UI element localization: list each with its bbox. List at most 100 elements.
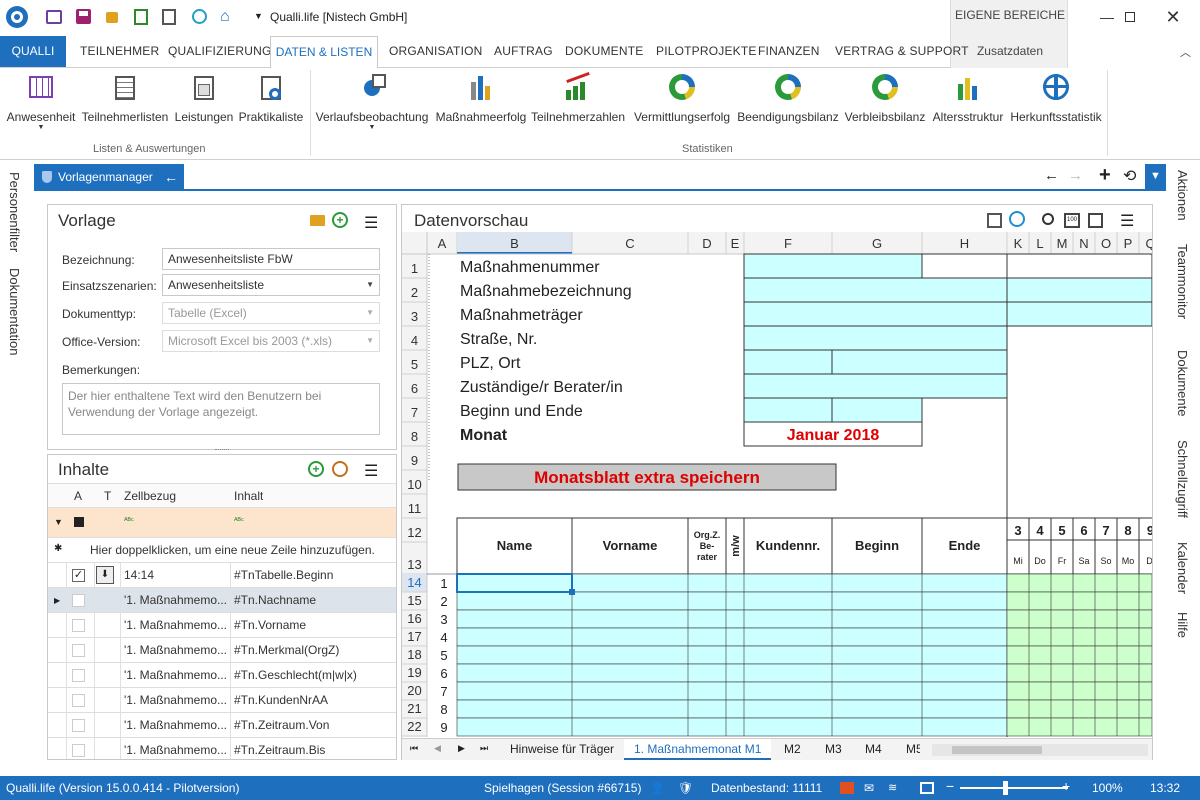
sidebar-teammonitor[interactable]: Teammonitor (1175, 244, 1190, 319)
horizontal-scrollbar[interactable] (932, 744, 1148, 756)
office-select[interactable]: Microsoft Excel bis 2003 (*.xls) ▼ (162, 330, 380, 352)
shield-status-icon[interactable]: 🛡 (678, 781, 693, 795)
row-checkbox[interactable] (72, 744, 85, 757)
participant-row[interactable] (456, 663, 1008, 683)
save-icon[interactable] (76, 9, 91, 24)
zoom-slider[interactable] (960, 787, 1068, 789)
massnahmeerfolg-button[interactable]: Maßnahmeerfolg (433, 72, 529, 124)
participant-row[interactable] (456, 573, 1008, 593)
fill-handle[interactable] (569, 589, 575, 595)
tab-dokumente[interactable]: DOKUMENTE (565, 44, 643, 58)
filter-abc-icon[interactable]: ᴬᴮᶜ (234, 516, 244, 525)
row-checkbox[interactable] (72, 619, 85, 632)
next-sheet-icon[interactable]: ▶ (458, 743, 465, 754)
header-zellbezug[interactable]: Zellbezug (124, 484, 176, 508)
verbleibsbilanz-button[interactable]: Verbleibsbilanz (842, 72, 928, 124)
bezeichnung-field[interactable]: Anwesenheitsliste FbW (162, 248, 380, 270)
participant-row[interactable] (456, 645, 1008, 665)
row-checkbox[interactable]: ✓ (72, 569, 85, 582)
row-checkbox[interactable] (72, 669, 85, 682)
altersstruktur-button[interactable]: Altersstruktur (928, 72, 1008, 124)
inhalte-row[interactable]: ✓ ⬇ 14:14 #TnTabelle.Beginn (48, 563, 396, 588)
sidebar-aktionen[interactable]: Aktionen (1175, 170, 1190, 221)
vermittlungserfolg-button[interactable]: Vermittlungserfolg (630, 72, 734, 124)
cell-inhalt[interactable]: #Tn.Zeitraum.Bis (234, 738, 325, 759)
sheet-tab-hinweise[interactable]: Hinweise für Träger (510, 742, 614, 756)
home-icon[interactable]: ⌂ (220, 8, 230, 26)
add-icon[interactable]: + (1099, 164, 1111, 187)
header-t[interactable]: T (104, 484, 111, 508)
app-logo-icon[interactable] (6, 6, 28, 28)
menu-icon[interactable]: ☰ (364, 213, 378, 233)
tab-daten-listen[interactable]: DATEN & LISTEN (270, 36, 378, 69)
zoom-in-icon[interactable]: + (1062, 778, 1070, 794)
beendigungsbilanz-button[interactable]: Beendigungsbilanz (736, 72, 840, 124)
sidebar-schnellzugriff[interactable]: Schnellzugriff (1175, 440, 1190, 518)
cell-inhalt[interactable]: #Tn.Nachname (234, 588, 316, 612)
herkunftsstatistik-button[interactable]: Herkunftsstatistik (1008, 72, 1104, 124)
search-icon[interactable] (1042, 213, 1054, 225)
row-checkbox[interactable] (72, 594, 85, 607)
sheet-tab-m1[interactable]: 1. Maßnahmemonat M1 (624, 739, 772, 760)
user-icon[interactable]: 👤 (650, 781, 665, 795)
filter-row[interactable]: ▼ ᴬᴮᶜ ᴬᴮᶜ (48, 508, 396, 538)
sidebar-personenfilter[interactable]: Personenfilter (7, 172, 22, 252)
window-icon[interactable] (920, 782, 934, 794)
cell-zellbezug[interactable]: '1. Maßnahmemo... (124, 688, 227, 712)
participant-row[interactable] (456, 591, 1008, 611)
filter-checkbox[interactable] (74, 517, 84, 527)
cell-inhalt[interactable]: #Tn.KundenNrAA (234, 688, 328, 712)
sidebar-dokumentation[interactable]: Dokumentation (7, 268, 22, 355)
last-sheet-icon[interactable]: ⏭ (480, 743, 488, 754)
anwesenheit-button[interactable]: Anwesenheit ▼ (6, 72, 76, 131)
zoom-out-icon[interactable]: − (946, 778, 954, 794)
maximize-button[interactable] (1108, 0, 1154, 36)
inhalte-row[interactable]: '1. Maßnahmemo... #Tn.Merkmal(OrgZ) (48, 638, 396, 663)
print-icon[interactable] (46, 10, 62, 24)
verlaufsbeobachtung-button[interactable]: Verlaufsbeobachtung ▼ (315, 72, 429, 131)
run-icon[interactable] (134, 9, 148, 25)
participant-row[interactable] (456, 681, 1008, 701)
header-a[interactable]: A (74, 484, 82, 508)
refresh-icon[interactable] (1009, 211, 1025, 227)
row-checkbox[interactable] (72, 719, 85, 732)
sidebar-hilfe[interactable]: Hilfe (1175, 612, 1190, 638)
tab-organisation[interactable]: ORGANISATION (389, 44, 483, 58)
reset-icon[interactable]: ⟲ (1123, 166, 1136, 186)
nav-forward-icon[interactable]: → (1068, 167, 1083, 184)
mail-icon[interactable]: ✉ (864, 781, 874, 795)
quick-access-dropdown-icon[interactable]: ▼ (254, 11, 263, 21)
cell-inhalt[interactable]: #Tn.Merkmal(OrgZ) (234, 638, 339, 662)
alert-icon[interactable] (840, 782, 854, 794)
inhalte-row[interactable]: '1. Maßnahmemo... #Tn.Geschlecht(m|w|x) (48, 663, 396, 688)
new-row-hint[interactable]: ✱ Hier doppelklicken, um eine neue Zeile… (48, 538, 396, 563)
doktyp-select[interactable]: Tabelle (Excel) ▼ (162, 302, 380, 324)
tab-qualifizierung[interactable]: QUALIFIZIERUNG (168, 44, 271, 58)
cell-zellbezug[interactable]: '1. Maßnahmemo... (124, 663, 227, 687)
inhalte-row[interactable]: '1. Maßnahmemo... #Tn.Zeitraum.Von (48, 713, 396, 738)
tab-auftrag[interactable]: AUFTRAG (494, 44, 553, 58)
participant-row[interactable] (456, 609, 1008, 629)
inhalte-row[interactable]: '1. Maßnahmemo... #Tn.Zeitraum.Bis (48, 738, 396, 759)
add-circle-icon[interactable]: + (332, 212, 348, 228)
header-inhalt[interactable]: Inhalt (234, 484, 263, 508)
nav-back-icon[interactable]: ← (1044, 167, 1059, 184)
participant-row[interactable] (456, 627, 1008, 647)
cell-zellbezug[interactable]: '1. Maßnahmemo... (124, 638, 227, 662)
first-sheet-icon[interactable]: ⏮ (410, 743, 418, 754)
splitter-handle[interactable] (215, 449, 229, 451)
back-arrow-icon[interactable]: ← (164, 164, 178, 190)
edit-icon[interactable] (332, 461, 348, 477)
cell-inhalt[interactable]: #Tn.Geschlecht(m|w|x) (234, 663, 357, 687)
tab-qualli[interactable]: QUALLI (0, 36, 66, 67)
cell-zellbezug[interactable]: '1. Maßnahmemo... (124, 713, 227, 737)
bemerkungen-field[interactable]: Der hier enthaltene Text wird den Benutz… (62, 383, 380, 435)
cell-inhalt[interactable]: #Tn.Vorname (234, 613, 306, 637)
teilnehmerlisten-button[interactable]: Teilnehmerlisten (80, 72, 170, 124)
leistungen-button[interactable]: Leistungen (172, 72, 236, 124)
participant-row[interactable] (456, 699, 1008, 719)
cell-zellbezug[interactable]: 14:14 (124, 563, 154, 587)
add-circle-icon[interactable]: + (308, 461, 324, 477)
tab-vertrag-support[interactable]: VERTRAG & SUPPORT (835, 44, 969, 58)
cell-zellbezug[interactable]: '1. Maßnahmemo... (124, 613, 227, 637)
